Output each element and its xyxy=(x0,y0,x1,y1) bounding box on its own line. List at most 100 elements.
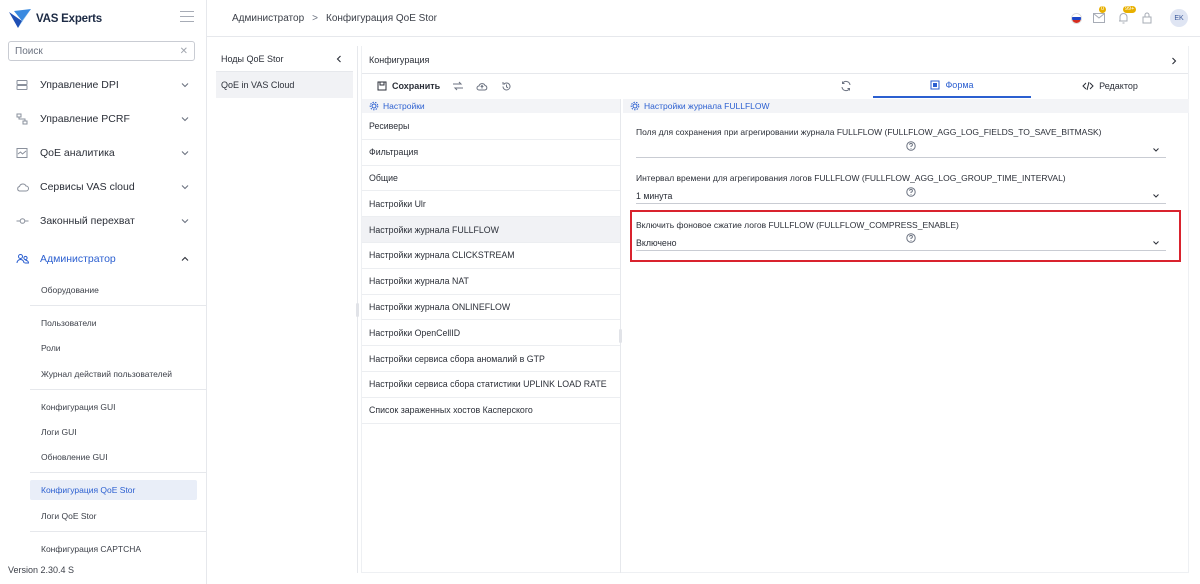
sidebar-subitem-captcha-config[interactable]: Конфигурация CAPTCHA xyxy=(30,539,197,559)
fullflow-section-title: Настройки журнала FULLFLOW xyxy=(644,101,770,111)
sidebar-subitem-gui-logs[interactable]: Логи GUI xyxy=(30,422,197,442)
sidebar-subitem-qoe-stor-logs[interactable]: Логи QoE Stor xyxy=(30,506,197,526)
breadcrumb-current: Конфигурация QoE Stor xyxy=(326,12,438,24)
users-icon xyxy=(15,252,29,266)
field-label: Поля для сохранения при агрегировании жу… xyxy=(636,127,1102,137)
avatar[interactable]: EK xyxy=(1170,9,1188,27)
settings-list-item[interactable]: Фильтрация xyxy=(362,140,620,166)
sidebar-subitem-qoe-stor-config[interactable]: Конфигурация QoE Stor xyxy=(30,480,197,500)
field-label: Включить фоновое сжатие логов FULLFLOW (… xyxy=(636,220,959,230)
refresh-icon[interactable] xyxy=(840,80,852,92)
sidebar-item-label: Сервисы VAS cloud xyxy=(40,181,135,193)
tab-editor-label: Редактор xyxy=(1099,81,1138,91)
chevron-right-icon[interactable] xyxy=(1170,56,1178,66)
history-icon[interactable] xyxy=(500,80,512,92)
sidebar-item-label: Законный перехват xyxy=(40,215,135,227)
config-panel-header: Конфигурация xyxy=(362,46,1188,74)
sidebar-subitem-audit-log[interactable]: Журнал действий пользователей xyxy=(30,364,197,384)
close-icon[interactable]: ✕ xyxy=(180,46,188,57)
field-label: Интервал времени для агрегирования логов… xyxy=(636,173,1066,183)
sidebar-item-label: Управление DPI xyxy=(40,79,119,91)
bell-icon[interactable]: 99+ xyxy=(1116,6,1137,25)
sidebar-subitem-gui-config[interactable]: Конфигурация GUI xyxy=(30,397,197,417)
policy-icon xyxy=(15,112,29,126)
breadcrumb-item[interactable]: Администратор xyxy=(232,13,304,24)
settings-list-item[interactable]: Список зараженных хостов Касперского xyxy=(362,398,620,424)
help-icon[interactable] xyxy=(906,187,916,197)
resize-handle[interactable] xyxy=(356,303,359,317)
field-agg-time-interval: Интервал времени для агрегирования логов… xyxy=(636,173,1166,204)
save-button[interactable]: Сохранить xyxy=(377,81,440,91)
config-panel-title: Конфигурация xyxy=(369,54,430,65)
search-box: ✕ xyxy=(8,41,195,61)
sidebar-subitem-users[interactable]: Пользователи xyxy=(30,313,197,333)
code-icon xyxy=(1082,81,1094,91)
sidebar-subitem-gui-update[interactable]: Обновление GUI xyxy=(30,447,197,467)
node-item[interactable]: QoE in VAS Cloud xyxy=(216,72,353,98)
tab-form[interactable]: Форма xyxy=(873,74,1031,98)
sidebar-item-pcrf[interactable]: Управление PCRF xyxy=(0,102,206,136)
help-icon[interactable] xyxy=(906,233,916,243)
settings-list-item[interactable]: Настройки Ulr xyxy=(362,191,620,218)
settings-list-item-active[interactable]: Настройки журнала FULLFLOW xyxy=(362,217,620,243)
chevron-down-icon xyxy=(1153,241,1159,245)
settings-list-item[interactable]: Настройки OpenCellID xyxy=(362,320,620,347)
chevron-down-icon xyxy=(181,151,189,156)
chevron-left-icon[interactable] xyxy=(335,54,343,64)
brand-name: VAS Experts xyxy=(36,13,102,25)
settings-icon xyxy=(369,101,379,111)
divider xyxy=(30,305,206,306)
config-toolbar: Сохранить Форма Редактор xyxy=(362,74,1188,98)
field-compress-enable: Включить фоновое сжатие логов FULLFLOW (… xyxy=(636,220,1166,251)
nodes-panel: Ноды QoE Stor QoE in VAS Cloud xyxy=(216,46,353,573)
settings-list-item[interactable]: Настройки сервиса сбора аномалий в GTP xyxy=(362,346,620,372)
chevron-down-icon xyxy=(1153,148,1159,152)
sidebar-item-admin[interactable]: Администратор xyxy=(0,242,206,276)
language-flag-icon[interactable] xyxy=(1071,12,1082,24)
sidebar-subitem-roles[interactable]: Роли xyxy=(30,338,197,358)
sidebar-subitem-equipment[interactable]: Оборудование xyxy=(30,280,197,300)
cloud-upload-icon[interactable] xyxy=(476,80,488,92)
divider xyxy=(30,531,206,532)
resize-handle[interactable] xyxy=(619,329,622,343)
chevron-down-icon xyxy=(181,117,189,122)
lock-icon[interactable] xyxy=(1140,11,1154,25)
sidebar-item-label: Администратор xyxy=(40,253,116,265)
field-value: 1 минута xyxy=(636,190,673,201)
chart-icon xyxy=(15,146,29,160)
sidebar-item-qoe[interactable]: QoE аналитика xyxy=(0,136,206,170)
server-icon xyxy=(15,78,29,92)
intercept-icon xyxy=(15,214,29,228)
settings-list-item[interactable]: Общие xyxy=(362,166,620,192)
tab-form-label: Форма xyxy=(945,80,974,90)
tab-editor[interactable]: Редактор xyxy=(1031,74,1189,98)
sidebar: VAS Experts ✕ Управление DPI Управление … xyxy=(0,0,207,584)
sidebar-item-intercept[interactable]: Законный перехват xyxy=(0,204,206,238)
header-actions: 0 99+ EK xyxy=(1071,6,1188,27)
gear-icon xyxy=(630,101,640,111)
compress-enable-select[interactable]: Включено xyxy=(636,235,1166,251)
settings-list-item[interactable]: Настройки журнала NAT xyxy=(362,269,620,295)
settings-section-header: Настройки xyxy=(362,99,620,113)
form-icon xyxy=(930,80,940,90)
menu-toggle-icon[interactable] xyxy=(180,11,194,23)
help-icon[interactable] xyxy=(906,141,916,151)
divider xyxy=(30,472,206,473)
agg-time-interval-select[interactable]: 1 минута xyxy=(636,188,1166,204)
chevron-down-icon xyxy=(181,219,189,224)
settings-list-item[interactable]: Настройки сервиса сбора статистики UPLIN… xyxy=(362,372,620,398)
sidebar-item-cloud[interactable]: Сервисы VAS cloud xyxy=(0,170,206,204)
search-input[interactable] xyxy=(15,45,180,57)
alerts-badge: 99+ xyxy=(1123,6,1137,13)
settings-list-item[interactable]: Настройки журнала CLICKSTREAM xyxy=(362,243,620,269)
agg-log-fields-select[interactable] xyxy=(636,142,1166,158)
fullflow-section-header: Настройки журнала FULLFLOW xyxy=(623,99,1189,113)
vas-logo-icon xyxy=(9,9,31,28)
settings-list-item[interactable]: Ресиверы xyxy=(362,114,620,140)
logo[interactable]: VAS Experts xyxy=(8,6,102,32)
sidebar-item-dpi[interactable]: Управление DPI xyxy=(0,68,206,102)
settings-list-item[interactable]: Настройки журнала ONLINEFLOW xyxy=(362,295,620,321)
chevron-down-icon xyxy=(1153,194,1159,198)
compare-icon[interactable] xyxy=(452,80,464,92)
mail-icon[interactable]: 0 xyxy=(1092,6,1107,25)
